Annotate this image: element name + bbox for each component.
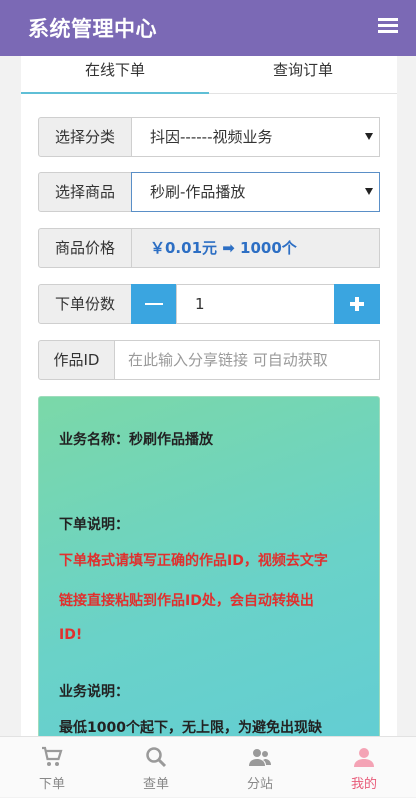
quantity-plus-button[interactable] bbox=[334, 284, 380, 324]
order-card: 在线下单 查询订单 选择分类 抖因------视频业务 选择商品 秒刷-作品播放… bbox=[21, 56, 397, 736]
order-instructions-title: 下单说明： bbox=[59, 517, 129, 533]
minus-icon bbox=[145, 303, 163, 305]
bottom-nav: 下单 查单 分站 我的 bbox=[0, 736, 416, 797]
price-value: ￥0.01元 ➡ 1000个 bbox=[131, 228, 380, 268]
order-instructions-line: 下单格式请填写正确的作品ID，视频去文字 bbox=[59, 553, 328, 569]
work-id-label: 作品ID bbox=[38, 340, 115, 380]
order-instructions-line: ID! bbox=[59, 627, 83, 643]
cart-icon bbox=[42, 746, 63, 766]
nav-item-mine[interactable]: 我的 bbox=[312, 737, 416, 798]
nav-item-query[interactable]: 查单 bbox=[104, 737, 208, 798]
business-description-line: 最低1000个起下，无上限，为避免出现缺 bbox=[59, 720, 322, 736]
nav-label: 我的 bbox=[350, 777, 377, 792]
work-id-row: 作品ID 在此输入分享链接 可自动获取 bbox=[38, 340, 380, 380]
page-title: 系统管理中心 bbox=[28, 17, 157, 41]
quantity-minus-button[interactable] bbox=[131, 284, 177, 324]
quantity-label: 下单份数 bbox=[38, 284, 132, 324]
users-icon bbox=[249, 749, 271, 766]
product-value: 秒刷-作品播放 bbox=[150, 183, 246, 201]
quantity-input[interactable]: 1 bbox=[176, 284, 335, 324]
tab-query-order[interactable]: 查询订单 bbox=[209, 56, 397, 94]
nav-label: 下单 bbox=[38, 777, 65, 792]
tab-online-order[interactable]: 在线下单 bbox=[21, 56, 209, 94]
work-id-input[interactable]: 在此输入分享链接 可自动获取 bbox=[114, 340, 380, 380]
nav-item-substation[interactable]: 分站 bbox=[208, 737, 312, 798]
price-row: 商品价格 ￥0.01元 ➡ 1000个 bbox=[38, 228, 380, 268]
plus-icon bbox=[350, 297, 364, 311]
category-value: 抖因------视频业务 bbox=[150, 128, 273, 146]
chevron-down-icon bbox=[365, 188, 373, 195]
category-select[interactable]: 抖因------视频业务 bbox=[131, 117, 380, 157]
nav-label: 查单 bbox=[142, 777, 169, 792]
user-icon bbox=[354, 748, 374, 767]
category-label: 选择分类 bbox=[38, 117, 132, 157]
nav-label: 分站 bbox=[246, 777, 273, 792]
quantity-row: 下单份数 1 bbox=[38, 284, 380, 324]
product-select[interactable]: 秒刷-作品播放 bbox=[131, 172, 380, 212]
business-name: 业务名称：秒刷作品播放 bbox=[59, 432, 213, 448]
price-label: 商品价格 bbox=[38, 228, 132, 268]
order-instructions-line: 链接直接粘贴到作品ID处，会自动转换出 bbox=[59, 593, 314, 609]
nav-item-order[interactable]: 下单 bbox=[0, 737, 104, 798]
app-header: 系统管理中心 bbox=[0, 0, 416, 56]
search-icon bbox=[146, 747, 167, 768]
hamburger-menu-icon[interactable] bbox=[378, 18, 398, 36]
business-description-title: 业务说明： bbox=[59, 684, 129, 700]
business-info-panel: 业务名称：秒刷作品播放 下单说明： 下单格式请填写正确的作品ID，视频去文字 链… bbox=[38, 396, 380, 736]
chevron-down-icon bbox=[365, 133, 373, 140]
tab-bar: 在线下单 查询订单 bbox=[21, 56, 397, 94]
product-label: 选择商品 bbox=[38, 172, 132, 212]
product-row: 选择商品 秒刷-作品播放 bbox=[38, 172, 380, 212]
category-row: 选择分类 抖因------视频业务 bbox=[38, 117, 380, 157]
